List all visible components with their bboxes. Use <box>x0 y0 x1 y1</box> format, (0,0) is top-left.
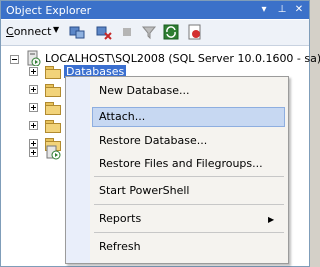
menu-separator <box>94 232 284 233</box>
connect-button[interactable]: Connect <box>6 25 52 38</box>
tree-node-expand-toggle[interactable] <box>29 139 38 148</box>
refresh-icon[interactable] <box>163 24 179 40</box>
connect-label: onnect <box>13 25 52 38</box>
menu-separator <box>94 204 284 205</box>
menu-separator <box>94 176 284 177</box>
tree-node-expand-toggle[interactable] <box>29 85 38 94</box>
submenu-arrow-icon: ▶ <box>268 215 275 224</box>
window-title: Object Explorer <box>6 4 92 17</box>
object-explorer-window: Object Explorer ▾ ⊥ ✕ Connect ▼ LOCALHOS… <box>0 0 320 267</box>
sql-agent-icon <box>46 145 61 160</box>
auto-hide-icon[interactable]: ⊥ <box>275 3 289 17</box>
menu-item-restore-files[interactable]: Restore Files and Filegroups... <box>99 157 263 170</box>
menu-item-attach[interactable]: Attach... <box>99 110 145 123</box>
close-icon[interactable]: ✕ <box>292 3 306 17</box>
menu-item-start-powershell[interactable]: Start PowerShell <box>99 184 189 197</box>
menu-item-reports[interactable]: Reports <box>99 212 141 225</box>
server-node-label[interactable]: LOCALHOST\SQL2008 (SQL Server 10.0.1600 … <box>45 52 320 65</box>
menu-item-refresh[interactable]: Refresh <box>99 240 141 253</box>
context-menu-gutter <box>66 77 90 263</box>
tree-node-expand-toggle[interactable] <box>29 121 38 130</box>
databases-expand-toggle[interactable] <box>29 67 38 76</box>
title-bar: Object Explorer ▾ ⊥ ✕ <box>1 1 309 19</box>
sql-agent-expand-toggle[interactable] <box>29 148 38 157</box>
tree-node-expand-toggle[interactable] <box>29 103 38 112</box>
folder-icon <box>45 84 61 97</box>
connect-accelerator: C <box>6 25 14 38</box>
window-position-icon[interactable]: ▾ <box>257 3 271 17</box>
stop-icon[interactable] <box>119 24 135 40</box>
folder-icon <box>45 66 61 79</box>
context-menu: New Database... Attach... Restore Databa… <box>65 76 289 264</box>
server-icon <box>27 50 41 66</box>
connect-dropdown-icon[interactable]: ▼ <box>53 25 59 34</box>
folder-icon <box>45 120 61 133</box>
server-collapse-toggle[interactable] <box>10 55 19 64</box>
menu-item-restore-database[interactable]: Restore Database... <box>99 134 207 147</box>
folder-icon <box>45 102 61 115</box>
reports-icon[interactable] <box>187 24 203 40</box>
menu-item-new-database[interactable]: New Database... <box>99 84 189 97</box>
connect-server-icon[interactable] <box>69 24 85 40</box>
filter-icon[interactable] <box>141 24 157 40</box>
toolbar: Connect ▼ <box>1 20 309 46</box>
disconnect-icon[interactable] <box>96 24 112 40</box>
